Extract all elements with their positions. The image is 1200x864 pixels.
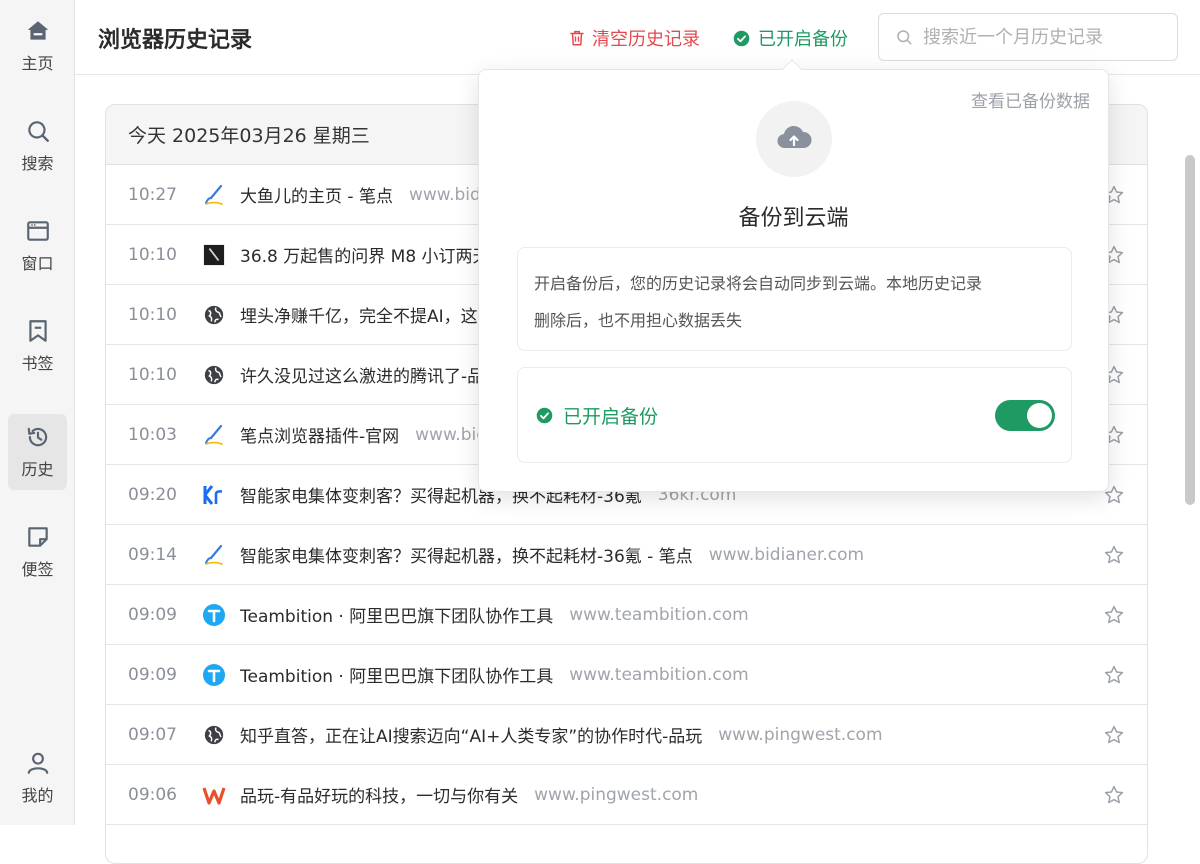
history-icon <box>27 427 47 447</box>
check-circle-icon <box>536 407 553 423</box>
page-domain: www.bidianer.com <box>708 544 865 565</box>
page-title-link[interactable]: Teambition · 阿里巴巴旗下团队协作工具 <box>240 602 553 627</box>
teambition-icon <box>202 603 226 627</box>
search-icon <box>27 121 49 142</box>
page-domain: www.pingwest.com <box>534 784 699 805</box>
visit-time: 10:27 <box>128 184 177 205</box>
backup-popover: 查看已备份数据 备份到云端 开启备份后，您的历史记录将会自动同步到云端。本地历史… <box>478 59 1109 492</box>
sidebar-item-home[interactable]: 主页 <box>8 8 67 84</box>
sidebar-item-window[interactable]: 窗口 <box>8 208 67 284</box>
search-input[interactable] <box>923 26 1163 48</box>
cloud-upload-badge <box>756 101 832 177</box>
visit-time: 10:03 <box>128 424 177 445</box>
star-icon[interactable] <box>1103 724 1125 746</box>
backup-status-label: 已开启备份 <box>758 29 848 50</box>
user-icon <box>27 752 48 774</box>
sidebar-item-notes[interactable]: 便签 <box>8 514 67 590</box>
search-icon <box>897 30 912 45</box>
page-title-link[interactable]: 智能家电集体变刺客？买得起机器，换不起耗材-36氪 - 笔点 <box>240 542 693 567</box>
history-row[interactable]: 09:06 品玩-有品好玩的科技，一切与你有关 www.pingwest.com <box>106 765 1147 825</box>
brush-icon <box>202 543 226 567</box>
description-line: 开启备份后，您的历史记录将会自动同步到云端。本地历史记录 <box>534 274 983 293</box>
page-domain: www.teambition.com <box>569 664 749 685</box>
page-title-link[interactable]: 品玩-有品好玩的科技，一切与你有关 <box>240 782 518 807</box>
visit-time: 09:06 <box>128 784 177 805</box>
brush-icon <box>202 423 226 447</box>
toggle-knob <box>1027 403 1052 428</box>
globe-icon <box>202 303 226 327</box>
clear-history-button[interactable]: 清空历史记录 <box>568 25 700 51</box>
sidebar-item-label: 搜索 <box>21 154 54 173</box>
backup-status-button[interactable]: 已开启备份 <box>733 25 848 51</box>
popover-title: 备份到云端 <box>738 206 849 231</box>
backup-description: 开启备份后，您的历史记录将会自动同步到云端。本地历史记录 删除后，也不用担心数据… <box>517 247 1072 351</box>
page-title-link[interactable]: 知乎直答，正在让AI搜索迈向“AI+人类专家”的协作时代-品玩 <box>240 722 702 747</box>
visit-time: 10:10 <box>128 244 177 265</box>
sidebar-item-bookmarks[interactable]: 书签 <box>8 308 67 384</box>
globe-icon <box>202 723 226 747</box>
scrollbar-thumb[interactable] <box>1185 155 1195 505</box>
sidebar-item-label: 便签 <box>21 560 54 579</box>
sidebar-item-label: 我的 <box>21 786 54 805</box>
page-domain: www.teambition.com <box>569 604 749 625</box>
sidebar-item-search[interactable]: 搜索 <box>8 108 67 184</box>
cloud-upload-icon <box>777 125 812 149</box>
backup-toggle-switch[interactable] <box>995 400 1055 431</box>
home-icon <box>27 21 48 40</box>
sidebar-item-label: 书签 <box>21 354 54 373</box>
page-title: 浏览器历史记录 <box>98 28 253 53</box>
dark-square-icon <box>202 243 226 267</box>
visit-time: 10:10 <box>128 304 177 325</box>
page-title-link[interactable]: 笔点浏览器插件-官网 <box>240 422 399 447</box>
page-title-link[interactable]: 大鱼儿的主页 - 笔点 <box>240 182 393 207</box>
visit-time: 09:20 <box>128 484 177 505</box>
sticky-note-icon <box>27 527 48 547</box>
sidebar-item-profile[interactable]: 我的 <box>8 740 67 816</box>
sidebar-item-label: 窗口 <box>21 254 54 273</box>
trash-icon <box>570 30 584 46</box>
star-icon[interactable] <box>1103 604 1125 626</box>
pingwest-icon <box>202 783 226 807</box>
search-box[interactable] <box>878 13 1178 61</box>
kr-icon <box>202 483 226 507</box>
star-icon[interactable] <box>1103 544 1125 566</box>
star-icon[interactable] <box>1103 664 1125 686</box>
backup-toggle-row: 已开启备份 <box>517 367 1072 463</box>
visit-time: 09:09 <box>128 664 177 685</box>
sidebar: 主页 搜索 窗口 书签 历史 便签 我的 <box>0 0 75 825</box>
clear-history-label: 清空历史记录 <box>592 29 700 50</box>
view-backup-data-link[interactable]: 查看已备份数据 <box>971 87 1090 112</box>
brush-icon <box>202 183 226 207</box>
history-row[interactable]: 09:09 Teambition · 阿里巴巴旗下团队协作工具 www.teambi… <box>106 585 1147 645</box>
description-line: 删除后，也不用担心数据丢失 <box>534 311 743 330</box>
page-title-link[interactable]: Teambition · 阿里巴巴旗下团队协作工具 <box>240 662 553 687</box>
scrollbar[interactable] <box>1185 155 1195 505</box>
sidebar-item-history[interactable]: 历史 <box>8 414 67 490</box>
page-title-link[interactable]: 许久没见过这么激进的腾讯了-品玩 <box>240 362 501 387</box>
history-row[interactable]: 09:14 智能家电集体变刺客？买得起机器，换不起耗材-36氪 - 笔点 www.b… <box>106 525 1147 585</box>
visit-time: 09:07 <box>128 724 177 745</box>
visit-time: 09:14 <box>128 544 177 565</box>
star-icon[interactable] <box>1103 784 1125 806</box>
visit-time: 09:09 <box>128 604 177 625</box>
teambition-icon <box>202 663 226 687</box>
sidebar-item-label: 历史 <box>21 460 54 479</box>
bookmark-icon <box>28 320 47 342</box>
window-icon <box>26 221 49 241</box>
page-domain: www.pingwest.com <box>718 724 883 745</box>
visit-time: 10:10 <box>128 364 177 385</box>
sidebar-item-label: 主页 <box>21 54 54 73</box>
header: 浏览器历史记录 清空历史记录 已开启备份 <box>75 0 1200 75</box>
check-circle-icon <box>733 30 750 46</box>
backup-toggle-label: 已开启备份 <box>563 405 659 428</box>
history-row[interactable]: 09:07 知乎直答，正在让AI搜索迈向“AI+人类专家”的协作时代-品玩 www.… <box>106 705 1147 765</box>
globe-icon <box>202 363 226 387</box>
history-row[interactable]: 09:09 Teambition · 阿里巴巴旗下团队协作工具 www.teambi… <box>106 645 1147 705</box>
